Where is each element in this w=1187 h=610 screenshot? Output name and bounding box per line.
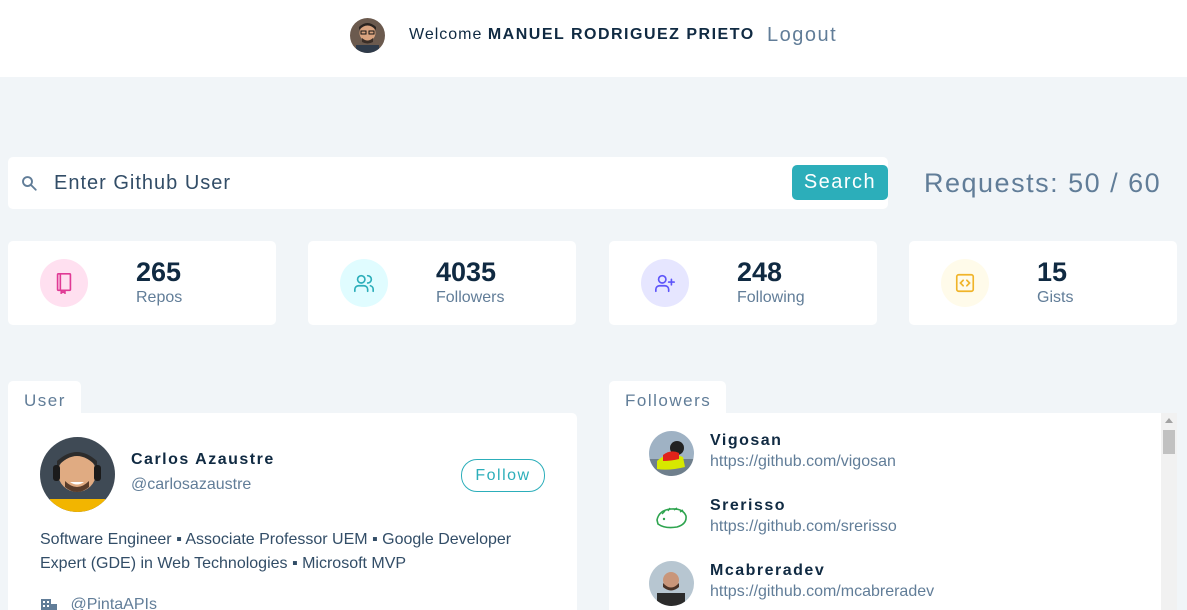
stat-card-followers: 4035 Followers	[308, 241, 576, 325]
follower-name: Vigosan	[710, 432, 783, 449]
user-full-name: Carlos Azaustre	[131, 451, 275, 468]
repo-book-icon	[40, 259, 88, 307]
users-icon	[340, 259, 388, 307]
stat-card-following: 248 Following	[609, 241, 877, 325]
follow-button[interactable]: Follow	[461, 459, 545, 492]
current-user-avatar	[350, 18, 385, 53]
search-button[interactable]: Search	[792, 165, 888, 200]
scroll-up-arrow-icon[interactable]	[1165, 418, 1173, 423]
follower-avatar	[649, 431, 694, 476]
follower-url[interactable]: https://github.com/srerisso	[710, 518, 897, 536]
followers-scrollbar[interactable]	[1161, 413, 1177, 610]
search-form: Search	[8, 157, 888, 209]
user-bio: Software Engineer ▪ Associate Professor …	[40, 531, 512, 572]
follower-avatar	[649, 561, 694, 606]
stat-value: 4035	[436, 257, 497, 287]
follower-avatar	[649, 496, 694, 541]
follower-name: Srerisso	[710, 497, 787, 514]
user-panel-tab: User	[8, 381, 81, 415]
follower-url[interactable]: https://github.com/mcabreradev	[710, 583, 934, 601]
stat-label: Following	[737, 289, 805, 306]
stat-label: Gists	[1037, 289, 1074, 306]
stat-value: 15	[1037, 257, 1068, 287]
logout-button[interactable]: Logout	[767, 24, 837, 47]
stat-card-repos: 265 Repos	[8, 241, 276, 325]
search-icon	[22, 176, 37, 191]
scrollbar-thumb[interactable]	[1163, 430, 1175, 454]
welcome-message: Welcome MANUEL RODRIGUEZ PRIETO	[409, 26, 755, 44]
stat-value: 248	[737, 257, 783, 287]
user-handle: @carlosazaustre	[131, 476, 252, 493]
user-avatar	[40, 437, 115, 512]
stat-card-gists: 15 Gists	[909, 241, 1177, 325]
user-company-name: @PintaAPIs	[70, 596, 157, 610]
building-icon	[41, 598, 57, 610]
user-plus-icon	[641, 259, 689, 307]
requests-counter: Requests: 50 / 60	[924, 168, 1162, 198]
stat-value: 265	[136, 257, 182, 287]
follower-url[interactable]: https://github.com/vigosan	[710, 453, 896, 471]
code-icon	[941, 259, 989, 307]
follower-name: Mcabreradev	[710, 562, 826, 579]
top-navbar: Welcome MANUEL RODRIGUEZ PRIETO Logout	[0, 0, 1187, 77]
current-user-name: MANUEL RODRIGUEZ PRIETO	[487, 26, 755, 43]
stat-label: Followers	[436, 289, 505, 306]
stat-label: Repos	[136, 289, 183, 306]
github-user-search-input[interactable]	[54, 167, 774, 199]
user-company: @PintaAPIs	[40, 596, 157, 610]
followers-panel-tab: Followers	[609, 381, 726, 415]
welcome-prefix: Welcome	[409, 26, 483, 43]
followers-panel	[609, 413, 1177, 610]
